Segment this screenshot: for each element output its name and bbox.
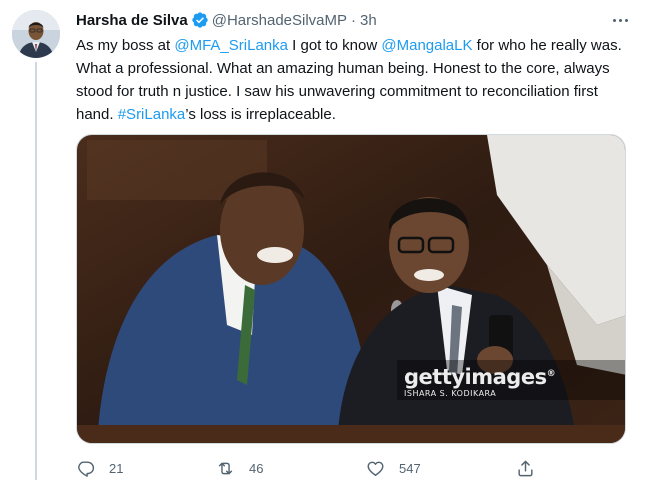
tweet-actions: 21 46 547 <box>76 456 546 480</box>
reply-button[interactable]: 21 <box>76 456 123 480</box>
watermark-credit: ISHARA S. KODIKARA <box>404 389 497 398</box>
avatar-photo <box>12 10 60 58</box>
more-options-icon[interactable] <box>609 10 631 30</box>
thread-line <box>35 62 37 480</box>
mention-link[interactable]: @MangalaLK <box>381 37 472 54</box>
tweet-text-segment: As my boss at <box>76 37 175 54</box>
retweet-button[interactable]: 46 <box>216 456 263 480</box>
author-handle[interactable]: @HarshadeSilvaMP <box>212 12 347 29</box>
verified-badge-icon <box>192 12 208 28</box>
retweet-count: 46 <box>249 460 264 476</box>
share-button[interactable] <box>516 456 549 480</box>
hashtag-link[interactable]: #SriLanka <box>118 106 186 123</box>
like-button[interactable]: 547 <box>366 456 421 480</box>
tweet-text: As my boss at @MFA_SriLanka I got to kno… <box>76 34 632 126</box>
watermark-logo: gettyimages <box>404 365 547 389</box>
share-icon <box>518 460 533 476</box>
tweet-text-segment: ’s loss is irreplaceable. <box>185 106 336 123</box>
author-display-name[interactable]: Harsha de Silva <box>76 12 188 29</box>
tweet-timestamp[interactable]: 3h <box>360 12 377 29</box>
avatar[interactable] <box>12 10 60 58</box>
tweet-header: Harsha de Silva @HarshadeSilvaMP · 3h <box>76 10 377 30</box>
retweet-icon <box>218 462 233 474</box>
like-count: 547 <box>399 460 421 476</box>
reply-icon <box>78 460 95 477</box>
header-separator: · <box>351 11 357 29</box>
watermark-mark: ® <box>546 369 556 379</box>
tweet[interactable]: Harsha de Silva @HarshadeSilvaMP · 3h As… <box>0 0 645 480</box>
mention-link[interactable]: @MFA_SriLanka <box>174 37 288 54</box>
tweet-text-segment: I got to know <box>287 37 382 54</box>
heart-icon <box>367 461 384 476</box>
reply-count: 21 <box>109 460 124 476</box>
getty-watermark: gettyimages® ISHARA S. KODIKARA <box>404 363 556 398</box>
